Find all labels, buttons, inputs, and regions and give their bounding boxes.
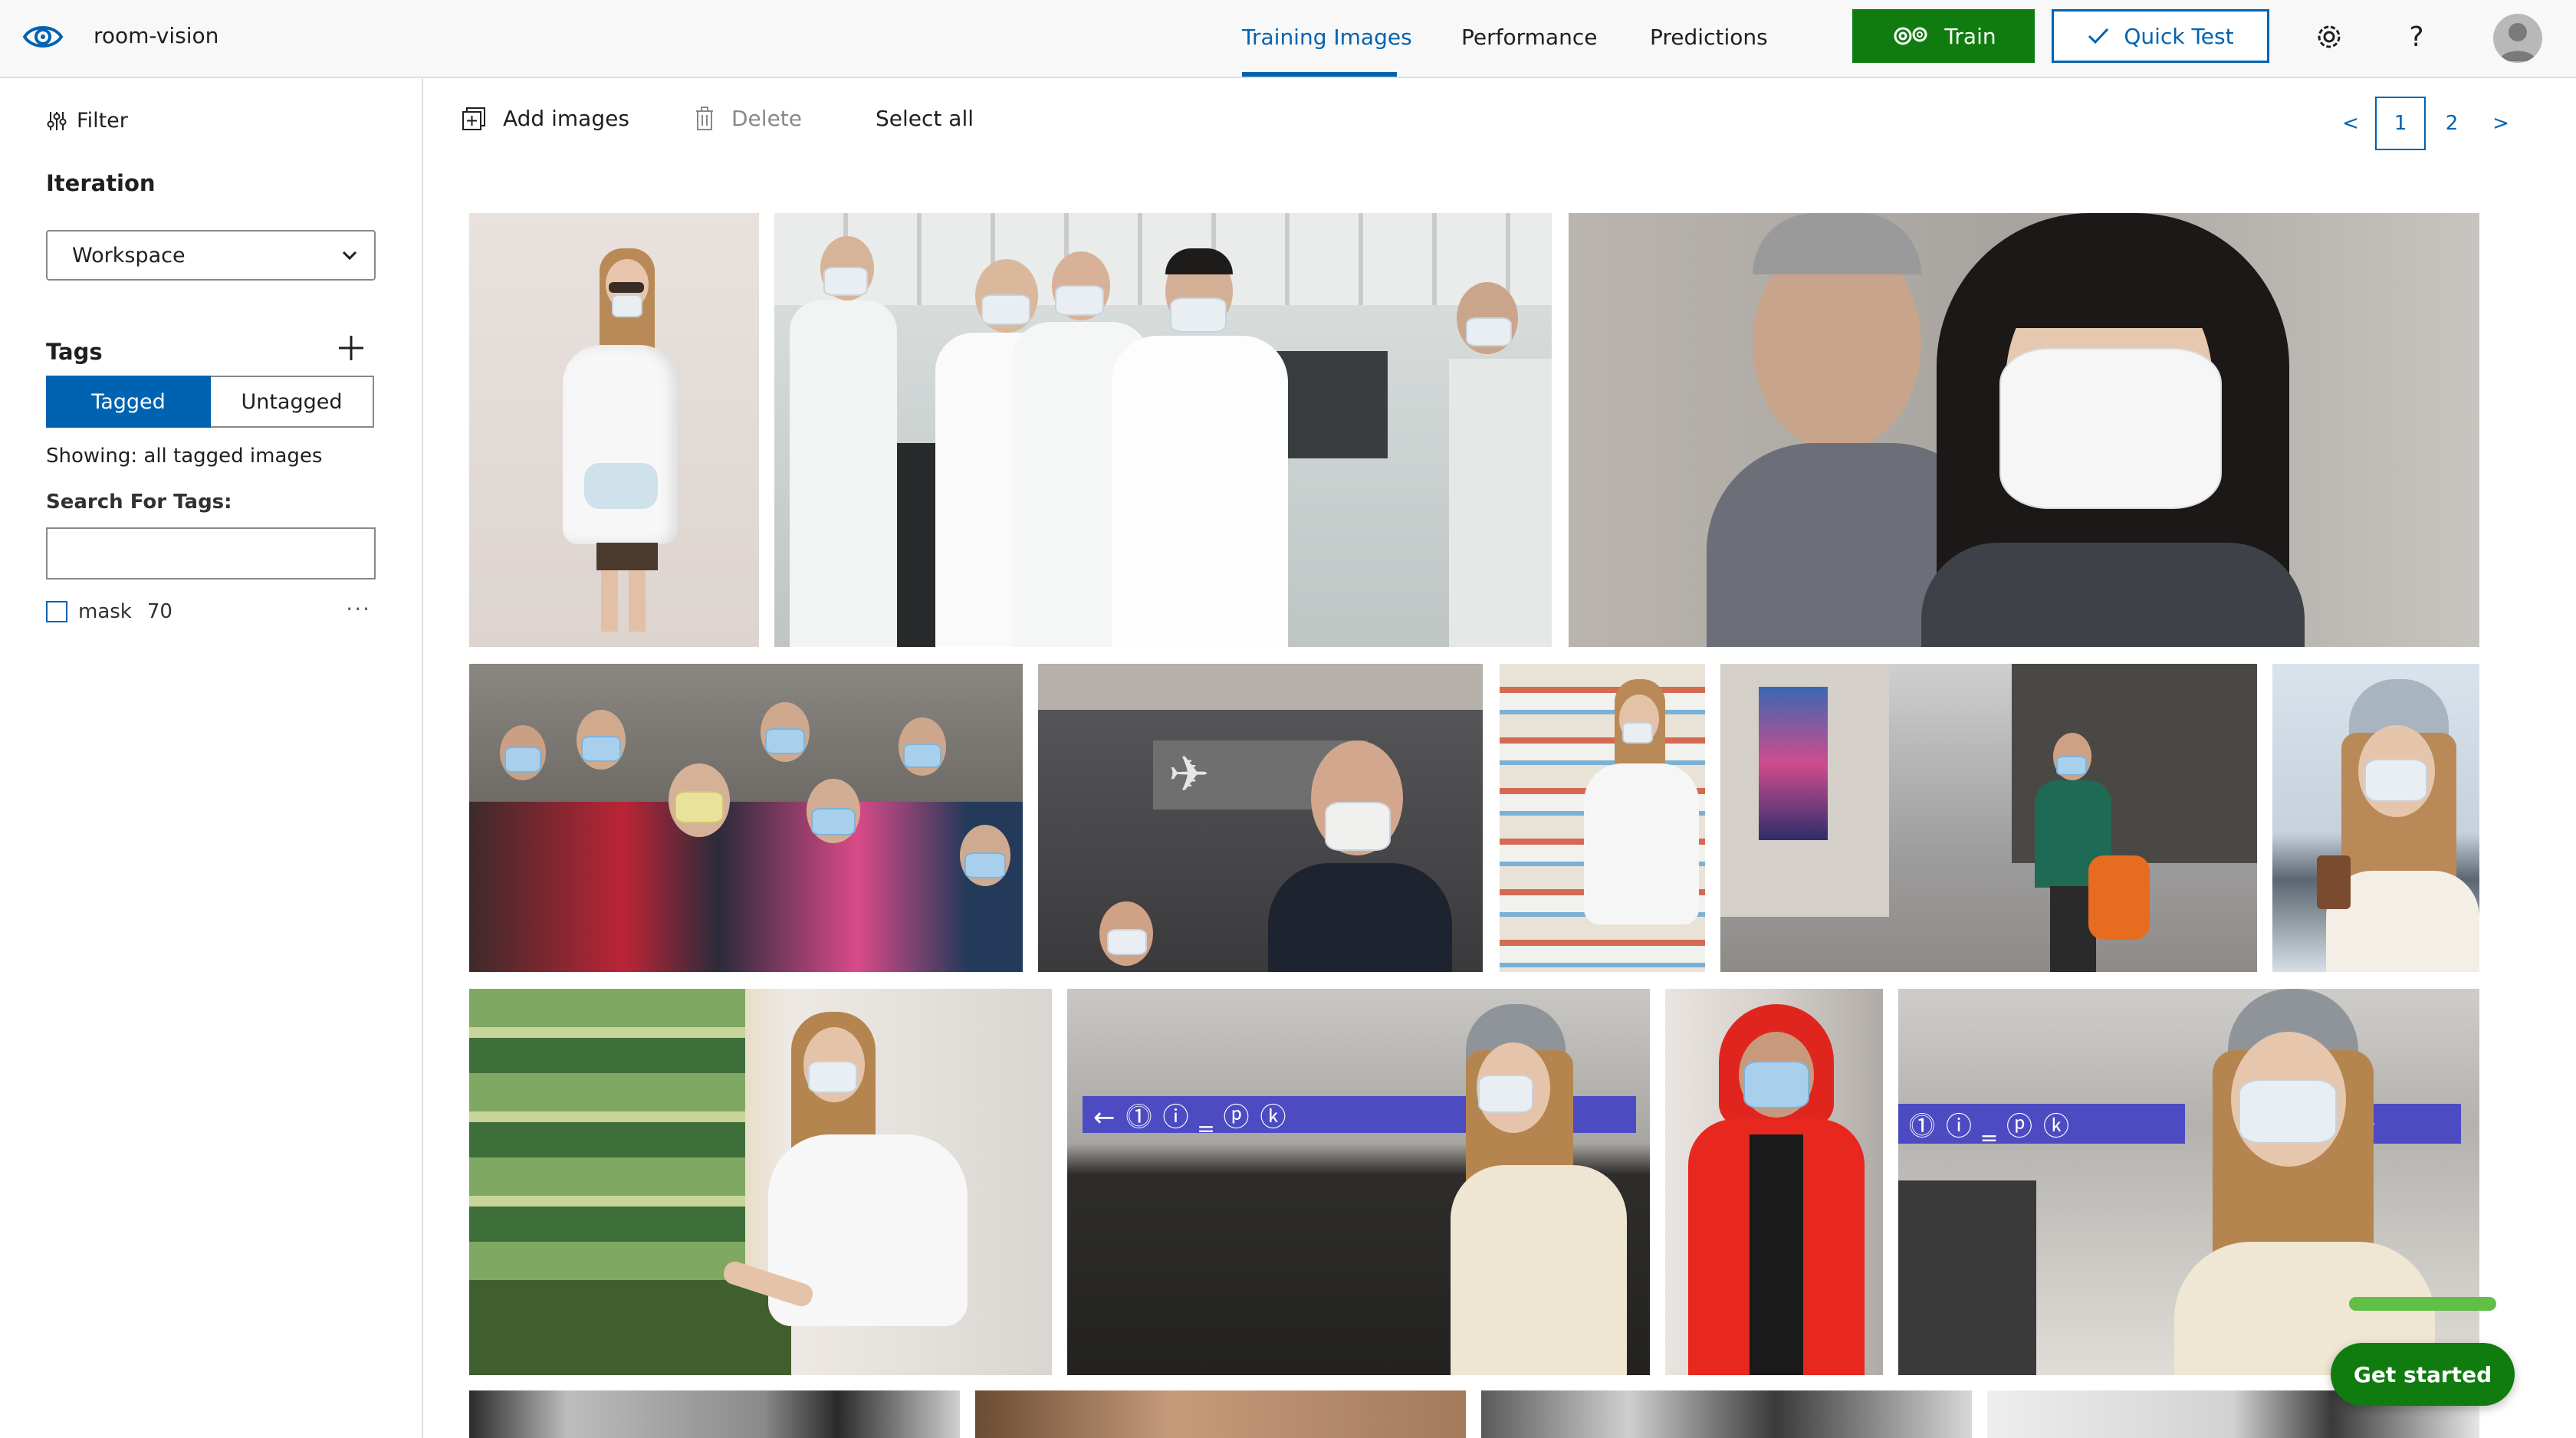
page-2-button[interactable]: 2 (2430, 97, 2473, 150)
training-image[interactable] (1481, 1390, 1972, 1438)
training-image[interactable] (774, 213, 1552, 647)
training-image[interactable] (1720, 664, 2257, 972)
help-question-icon[interactable]: ? (2398, 18, 2435, 55)
prev-page-button[interactable]: < (2334, 97, 2367, 150)
tagged-untagged-toggle: Tagged Untagged (46, 376, 374, 428)
add-images-icon (462, 107, 485, 130)
training-image[interactable]: ←⓵ⓘ‗ⓟⓚ ④→ (1067, 989, 1650, 1375)
get-started-button[interactable]: Get started (2331, 1343, 2515, 1406)
delete-button[interactable]: Delete (695, 106, 802, 131)
training-image[interactable] (469, 664, 1023, 972)
search-tags-input[interactable] (46, 527, 376, 579)
tag-name: mask (78, 600, 132, 623)
more-options-icon[interactable]: ··· (346, 596, 371, 622)
training-image[interactable] (469, 213, 759, 647)
filter-label: Filter (77, 109, 128, 133)
page-1-button[interactable]: 1 (2375, 97, 2426, 150)
tag-checkbox[interactable] (46, 601, 67, 622)
iteration-title: Iteration (46, 170, 156, 196)
training-image[interactable] (1569, 213, 2479, 647)
tags-title: Tags (46, 339, 103, 365)
add-images-button[interactable]: Add images (462, 106, 629, 131)
train-label: Train (1944, 23, 1996, 49)
iteration-select[interactable]: Workspace (46, 230, 376, 281)
get-started-progress-bar (2349, 1297, 2496, 1311)
chevron-down-icon (342, 251, 357, 261)
add-images-label: Add images (503, 106, 629, 131)
tag-list-item: mask 70 ··· (46, 596, 376, 627)
tab-training-images[interactable]: Training Images (1242, 25, 1412, 50)
delete-label: Delete (731, 106, 802, 131)
add-tag-plus-icon[interactable] (337, 334, 365, 362)
search-tags-label: Search For Tags: (46, 491, 232, 514)
active-tab-indicator (1242, 72, 1397, 77)
tagged-toggle-button[interactable]: Tagged (46, 376, 211, 428)
training-image[interactable] (975, 1390, 1466, 1438)
checkmark-icon (2088, 28, 2109, 44)
trash-icon (696, 106, 713, 130)
select-all-button[interactable]: Select all (876, 106, 974, 131)
project-name[interactable]: room-vision (94, 23, 219, 48)
eye-logo-icon[interactable] (21, 17, 64, 57)
quick-test-button[interactable]: Quick Test (2052, 9, 2269, 63)
untagged-toggle-button[interactable]: Untagged (211, 376, 374, 428)
filter-button[interactable]: Filter (46, 109, 128, 133)
settings-gear-icon[interactable] (2311, 18, 2348, 55)
quick-test-label: Quick Test (2124, 23, 2234, 49)
training-image[interactable] (1665, 989, 1883, 1375)
next-page-button[interactable]: > (2484, 97, 2518, 150)
training-image[interactable] (469, 989, 1052, 1375)
tag-count: 70 (146, 600, 172, 623)
iteration-selected-value: Workspace (72, 243, 186, 268)
left-panel: Filter Iteration Workspace Tags Tagged U… (0, 78, 423, 1438)
training-image[interactable] (1500, 664, 1705, 972)
tab-predictions[interactable]: Predictions (1650, 25, 1768, 50)
train-button[interactable]: Train (1852, 9, 2035, 63)
showing-status-text: Showing: all tagged images (46, 445, 323, 468)
filter-sliders-icon (47, 111, 67, 130)
training-image[interactable]: ✈ (1038, 664, 1483, 972)
top-bar: room-vision Training Images Performance … (0, 0, 2576, 78)
training-image[interactable] (469, 1390, 960, 1438)
tab-performance[interactable]: Performance (1461, 25, 1597, 50)
training-image[interactable] (2272, 664, 2479, 972)
training-image[interactable]: ⓵ⓘ‗ⓟⓚ → (1898, 989, 2479, 1375)
gears-icon (1894, 27, 1927, 45)
user-avatar[interactable] (2493, 14, 2542, 63)
